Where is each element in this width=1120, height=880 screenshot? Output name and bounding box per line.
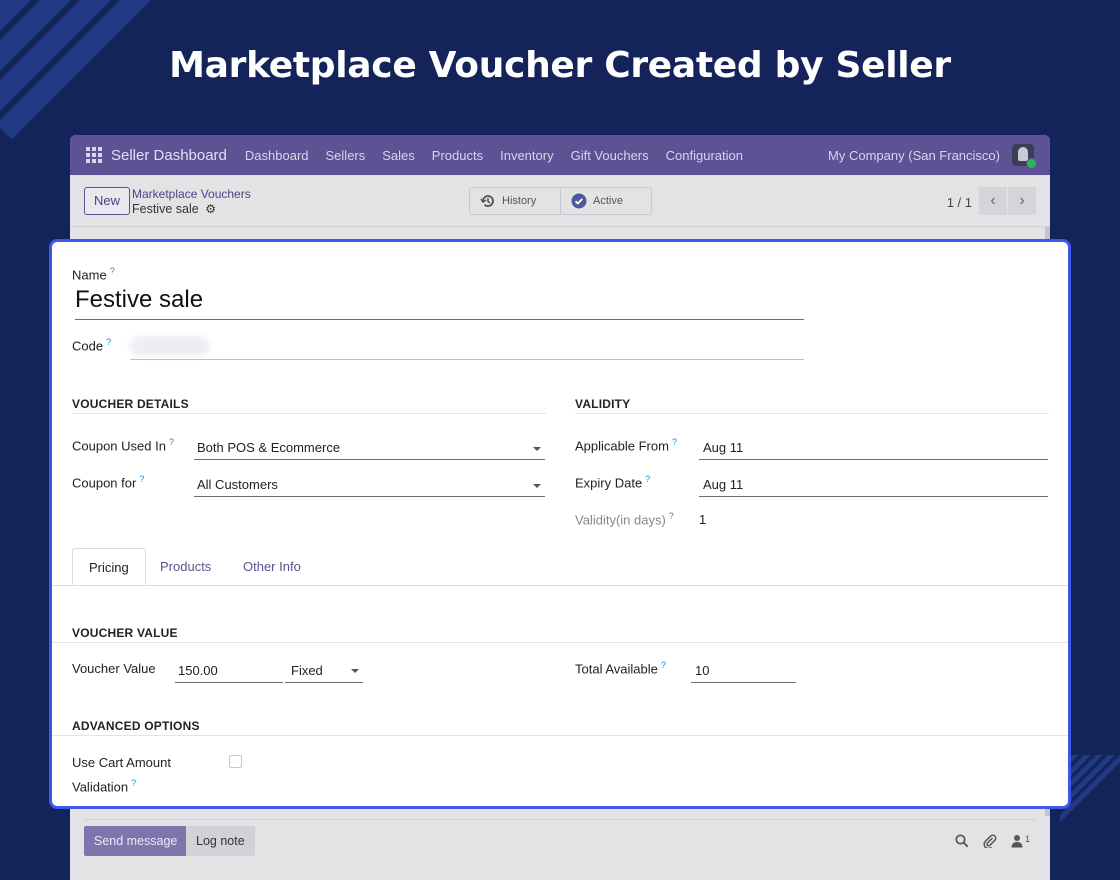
history-label: History: [502, 195, 537, 207]
active-label: Active: [593, 195, 623, 207]
tab-other-info[interactable]: Other Info: [227, 548, 317, 586]
breadcrumb: Marketplace Vouchers Festive sale ⚙: [132, 187, 251, 217]
app-brand[interactable]: Seller Dashboard: [111, 147, 227, 164]
top-navbar: Seller Dashboard Dashboard Sellers Sales…: [70, 135, 1050, 175]
chevron-down-icon[interactable]: [351, 669, 359, 673]
followers-button[interactable]: 1: [1011, 834, 1030, 848]
pager-value: 1 / 1: [946, 195, 972, 210]
log-note-button[interactable]: Log note: [186, 826, 255, 856]
name-input[interactable]: Festive sale: [75, 286, 203, 314]
advanced-options-heading: ADVANCED OPTIONS: [72, 719, 200, 733]
cart-validation-label: Use Cart Amount Validation?: [72, 755, 171, 795]
coupon-for-select[interactable]: All Customers: [197, 477, 278, 492]
coupon-for-label: Coupon for?: [72, 474, 145, 491]
gear-icon[interactable]: ⚙: [205, 202, 216, 216]
voucher-value-input[interactable]: 150.00: [178, 663, 218, 678]
voucher-type-select[interactable]: Fixed: [291, 663, 323, 678]
applicable-from-label: Applicable From?: [575, 437, 677, 454]
nav-configuration[interactable]: Configuration: [666, 148, 743, 163]
nav-gift-vouchers[interactable]: Gift Vouchers: [571, 148, 649, 163]
expiry-date-input[interactable]: Aug 11: [703, 477, 743, 492]
code-label: Code?: [72, 337, 112, 354]
cart-validation-checkbox[interactable]: [229, 755, 242, 768]
history-icon: [480, 195, 494, 207]
breadcrumb-current: Festive sale: [132, 202, 199, 216]
voucher-value-label: Voucher Value: [72, 661, 156, 676]
active-toggle[interactable]: Active: [561, 188, 623, 214]
chevron-right-icon[interactable]: ›: [1008, 187, 1036, 215]
voucher-form-card: Name? Festive sale Code? VOUCHER DETAILS…: [49, 239, 1071, 809]
tab-pricing[interactable]: Pricing: [72, 548, 146, 586]
nav-products[interactable]: Products: [432, 148, 483, 163]
new-button[interactable]: New: [84, 187, 131, 215]
chevron-down-icon[interactable]: [533, 447, 541, 451]
chevron-down-icon[interactable]: [533, 484, 541, 488]
check-circle-icon: [571, 193, 587, 209]
applicable-from-input[interactable]: Aug 11: [703, 440, 743, 455]
send-message-button[interactable]: Send message: [84, 826, 188, 856]
user-icon: [1011, 835, 1023, 848]
validity-days-value: 1: [699, 512, 707, 527]
total-available-label: Total Available?: [575, 660, 666, 677]
nav-dashboard[interactable]: Dashboard: [245, 148, 309, 163]
nav-sales[interactable]: Sales: [382, 148, 415, 163]
company-switcher[interactable]: My Company (San Francisco): [828, 148, 1000, 163]
control-panel: New Marketplace Vouchers Festive sale ⚙ …: [70, 175, 1050, 227]
status-widgets: History Active: [469, 187, 652, 215]
hero-title: Marketplace Voucher Created by Seller: [169, 45, 951, 86]
followers-count: 1: [1024, 834, 1030, 844]
validity-days-label: Validity(in days)?: [575, 511, 674, 528]
validity-heading: VALIDITY: [575, 397, 631, 411]
expiry-date-label: Expiry Date?: [575, 474, 651, 491]
total-available-input[interactable]: 10: [695, 663, 709, 678]
paperclip-icon[interactable]: [983, 834, 997, 848]
apps-grid-icon[interactable]: [86, 147, 102, 163]
coupon-used-in-label: Coupon Used In?: [72, 437, 174, 454]
history-button[interactable]: History: [470, 188, 561, 214]
nav-sellers[interactable]: Sellers: [326, 148, 366, 163]
tab-products[interactable]: Products: [144, 548, 227, 586]
user-avatar[interactable]: [1012, 144, 1037, 169]
name-label: Name?: [72, 266, 115, 283]
nav-inventory[interactable]: Inventory: [500, 148, 553, 163]
code-input[interactable]: [130, 336, 210, 356]
voucher-details-heading: VOUCHER DETAILS: [72, 397, 189, 411]
chatter-bar: Send message Log note 1: [70, 816, 1050, 880]
coupon-used-in-select[interactable]: Both POS & Ecommerce: [197, 440, 340, 455]
breadcrumb-parent[interactable]: Marketplace Vouchers: [132, 187, 251, 202]
chevron-left-icon[interactable]: ‹: [979, 187, 1007, 215]
search-icon[interactable]: [955, 834, 969, 848]
voucher-value-heading: VOUCHER VALUE: [72, 626, 178, 640]
